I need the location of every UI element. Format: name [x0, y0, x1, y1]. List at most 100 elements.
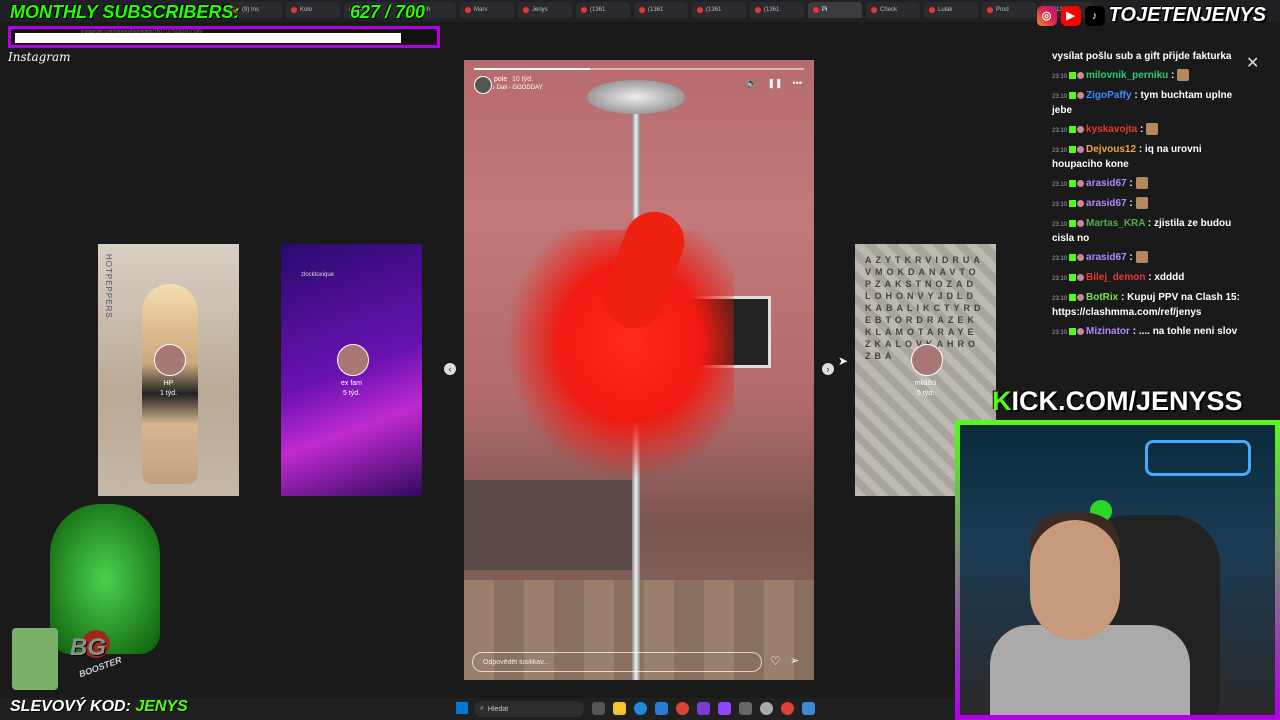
chat-colon: :	[1126, 198, 1136, 209]
user-badge-icon	[1077, 327, 1085, 335]
taskbar-apps	[592, 702, 815, 715]
chat-username[interactable]: arasid67	[1086, 252, 1127, 263]
story-avatar	[910, 344, 943, 376]
chrome-icon[interactable]	[676, 702, 689, 715]
kick-badge-icon	[1069, 293, 1077, 301]
chat-message: 23:10 Mizinator : .... na tohle neni slov	[1052, 325, 1242, 340]
kick-badge-icon	[1069, 71, 1077, 79]
next-story-icon[interactable]: ›	[822, 363, 834, 375]
chat-timestamp: 23:10	[1052, 256, 1068, 262]
story-controls: 🔈 ❚❚ •••	[746, 78, 802, 89]
side-story-hp[interactable]: HOTPEPPERS HP 1 týd.	[98, 244, 239, 496]
chat-username[interactable]: arasid67	[1086, 178, 1127, 189]
browser-tab[interactable]: Lulak	[924, 2, 978, 18]
webcam-neon-sign	[1145, 440, 1251, 476]
edge-icon[interactable]	[634, 702, 647, 715]
chrome-icon-2[interactable]	[781, 702, 794, 715]
volume-icon[interactable]: 🔈	[746, 78, 757, 89]
file-explorer-icon[interactable]	[613, 702, 626, 715]
chat-username[interactable]: kyskavojta	[1086, 124, 1137, 135]
chat-username[interactable]: Mizinator	[1086, 326, 1130, 337]
discord-icon[interactable]	[697, 702, 710, 715]
story-username[interactable]: pole	[494, 76, 507, 83]
send-icon[interactable]: ➢	[790, 654, 799, 667]
store-icon[interactable]	[655, 702, 668, 715]
tab-favicon-icon	[871, 7, 877, 13]
more-options-icon[interactable]: •••	[793, 78, 802, 89]
windows-start-icon[interactable]	[456, 702, 468, 714]
kick-badge-icon	[1069, 253, 1077, 261]
browser-tab[interactable]: (1361	[692, 2, 746, 18]
twitch-icon[interactable]	[718, 702, 731, 715]
browser-tab[interactable]: Marv	[460, 2, 514, 18]
chat-colon: :	[1137, 124, 1147, 135]
promo-code: JENYS	[135, 698, 188, 715]
chat-username[interactable]: Bilej_demon	[1086, 272, 1145, 283]
tab-favicon-icon	[581, 7, 587, 13]
side-story-ex-fam[interactable]: zlocktoxique ex fam 5 týd.	[281, 244, 422, 496]
obs-icon[interactable]	[760, 702, 773, 715]
chat-message: 23:10 Bilej_demon : xdddd	[1052, 271, 1242, 286]
close-icon[interactable]: ✕	[1246, 53, 1259, 73]
subscriber-count: 627 / 700	[350, 2, 426, 22]
kick-badge-icon	[1069, 273, 1077, 281]
user-badge-icon	[1077, 71, 1085, 79]
chat-username[interactable]: Dejvous12	[1086, 144, 1136, 155]
chat-username[interactable]: arasid67	[1086, 198, 1127, 209]
user-badge-icon	[1077, 179, 1085, 187]
reply-input[interactable]	[472, 652, 762, 672]
chat-colon: :	[1168, 70, 1178, 81]
browser-tab[interactable]: (1361	[750, 2, 804, 18]
chat-username[interactable]: BotRix	[1086, 292, 1118, 303]
chat-emote-icon	[1135, 251, 1148, 264]
chat-message: 23:10 arasid67 :	[1052, 251, 1242, 266]
tab-label: (1361	[590, 7, 606, 13]
browser-tab[interactable]: (1361	[634, 2, 688, 18]
browser-tab[interactable]: Prod	[982, 2, 1036, 18]
chat-username[interactable]: ZigoPaffy	[1086, 90, 1132, 101]
browser-tab[interactable]: Jenys	[518, 2, 572, 18]
kick-badge-icon	[1069, 145, 1077, 153]
story-user-avatar[interactable]	[474, 76, 492, 94]
browser-tab[interactable]: Kolo	[286, 2, 340, 18]
app-icon[interactable]	[739, 702, 752, 715]
instagram-logo[interactable]: Instagram	[8, 50, 71, 64]
tab-favicon-icon	[639, 7, 645, 13]
chat-username[interactable]: Martas_KRA	[1086, 218, 1145, 229]
main-story[interactable]: pole 10 týd. ♪ Dali · GOODDAY 🔈 ❚❚ ••• ♡…	[464, 60, 814, 680]
heart-icon[interactable]: ♡	[770, 654, 781, 668]
browser-tab[interactable]: (1361	[576, 2, 630, 18]
taskbar-search-label: Hledat	[487, 705, 509, 713]
chat-emote-icon	[1177, 69, 1190, 82]
previous-story-icon[interactable]: ‹	[444, 363, 456, 375]
chat-message: 23:10 ZigoPaffy : tym buchtam uplne jebe	[1052, 89, 1242, 118]
story-music-label: Dali · GOODDAY	[496, 85, 543, 91]
address-bar[interactable]: instagram.com/stories/highlights/1807107…	[8, 26, 440, 48]
tab-favicon-icon	[291, 7, 297, 13]
chat-message: 23:10 milovnik_perniku :	[1052, 69, 1242, 84]
tab-label: (9) Ins	[242, 7, 260, 13]
tab-label: Prod	[996, 7, 1009, 13]
taskbar-search[interactable]: ⌕ Hledat	[474, 701, 584, 717]
mouse-cursor-icon: ➤	[838, 354, 849, 368]
user-badge-icon	[1077, 219, 1085, 227]
chat-username[interactable]: milovnik_perniku	[1086, 70, 1168, 81]
chat-partial-message: vysílat pošlu sub a gift přijde fakturka	[1052, 51, 1232, 62]
story-bed	[464, 480, 634, 570]
story-progress-bar	[474, 68, 804, 70]
story-age: 5 týd.	[916, 390, 935, 397]
browser-tab[interactable]: Check	[866, 2, 920, 18]
tab-favicon-icon	[697, 7, 703, 13]
chat-message: 23:10 arasid67 :	[1052, 177, 1242, 192]
notepad-icon[interactable]	[802, 702, 815, 715]
pause-icon[interactable]: ❚❚	[767, 78, 782, 89]
story-ceiling-light	[587, 80, 685, 114]
browser-tab[interactable]: Pi	[808, 2, 862, 18]
tab-label: Lulak	[938, 7, 953, 13]
chat-colon: :	[1126, 252, 1136, 263]
user-badge-icon	[1077, 293, 1085, 301]
user-badge-icon	[1077, 145, 1085, 153]
tab-favicon-icon	[813, 7, 819, 13]
task-view-icon[interactable]	[592, 702, 605, 715]
story-music: ♪ Dali · GOODDAY	[492, 85, 543, 91]
